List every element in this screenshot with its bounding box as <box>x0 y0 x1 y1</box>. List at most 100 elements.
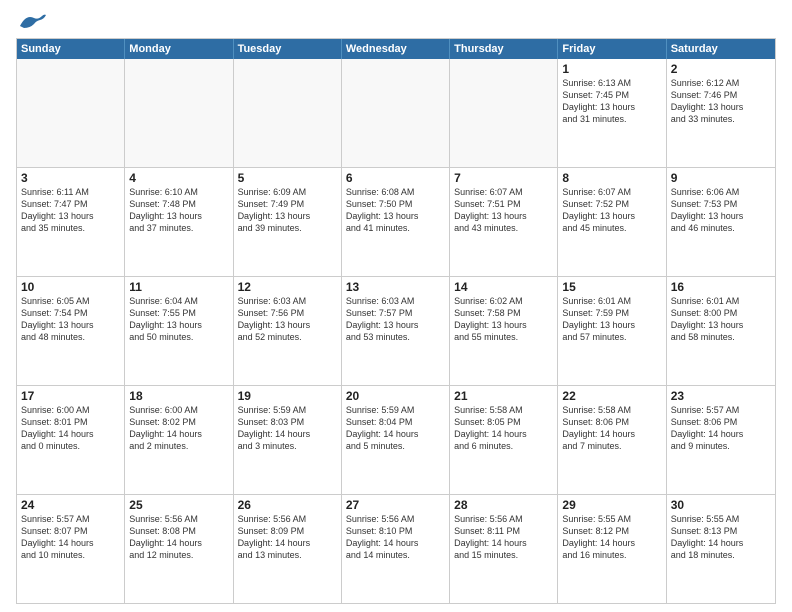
week-row-4: 17 Sunrise: 6:00 AM Sunset: 8:01 PM Dayli… <box>17 385 775 494</box>
day-info: Sunrise: 6:09 AM Sunset: 7:49 PM Dayligh… <box>238 187 311 233</box>
day-number: 6 <box>346 171 445 185</box>
day-number: 30 <box>671 498 771 512</box>
day-number: 8 <box>562 171 661 185</box>
day-info: Sunrise: 6:01 AM Sunset: 7:59 PM Dayligh… <box>562 296 635 342</box>
day-info: Sunrise: 5:57 AM Sunset: 8:06 PM Dayligh… <box>671 405 744 451</box>
day-info: Sunrise: 6:02 AM Sunset: 7:58 PM Dayligh… <box>454 296 527 342</box>
day-cell-14: 14 Sunrise: 6:02 AM Sunset: 7:58 PM Dayli… <box>450 277 558 385</box>
day-number: 7 <box>454 171 553 185</box>
day-number: 15 <box>562 280 661 294</box>
day-info: Sunrise: 5:56 AM Sunset: 8:09 PM Dayligh… <box>238 514 311 560</box>
day-cell-26: 26 Sunrise: 5:56 AM Sunset: 8:09 PM Dayli… <box>234 495 342 603</box>
header-day-monday: Monday <box>125 39 233 59</box>
day-number: 28 <box>454 498 553 512</box>
day-cell-9: 9 Sunrise: 6:06 AM Sunset: 7:53 PM Daylig… <box>667 168 775 276</box>
header-day-tuesday: Tuesday <box>234 39 342 59</box>
day-number: 14 <box>454 280 553 294</box>
day-cell-2: 2 Sunrise: 6:12 AM Sunset: 7:46 PM Daylig… <box>667 59 775 167</box>
day-number: 3 <box>21 171 120 185</box>
day-number: 25 <box>129 498 228 512</box>
day-info: Sunrise: 6:08 AM Sunset: 7:50 PM Dayligh… <box>346 187 419 233</box>
day-number: 17 <box>21 389 120 403</box>
day-number: 13 <box>346 280 445 294</box>
day-cell-22: 22Sunrise: 5:58 AM Sunset: 8:06 PM Dayli… <box>558 386 666 494</box>
day-info: Sunrise: 6:05 AM Sunset: 7:54 PM Dayligh… <box>21 296 94 342</box>
header-day-sunday: Sunday <box>17 39 125 59</box>
day-info: Sunrise: 5:59 AM Sunset: 8:04 PM Dayligh… <box>346 405 419 451</box>
calendar: SundayMondayTuesdayWednesdayThursdayFrid… <box>16 38 776 604</box>
day-number: 24 <box>21 498 120 512</box>
day-number: 27 <box>346 498 445 512</box>
day-cell-empty <box>342 59 450 167</box>
week-row-1: 1 Sunrise: 6:13 AM Sunset: 7:45 PM Daylig… <box>17 59 775 167</box>
day-cell-4: 4Sunrise: 6:10 AM Sunset: 7:48 PM Daylig… <box>125 168 233 276</box>
day-info: Sunrise: 5:57 AM Sunset: 8:07 PM Dayligh… <box>21 514 94 560</box>
day-cell-empty <box>234 59 342 167</box>
day-cell-3: 3 Sunrise: 6:11 AM Sunset: 7:47 PM Daylig… <box>17 168 125 276</box>
day-cell-24: 24 Sunrise: 5:57 AM Sunset: 8:07 PM Dayli… <box>17 495 125 603</box>
day-info: Sunrise: 6:03 AM Sunset: 7:57 PM Dayligh… <box>346 296 419 342</box>
day-info: Sunrise: 6:00 AM Sunset: 8:01 PM Dayligh… <box>21 405 94 451</box>
day-cell-6: 6 Sunrise: 6:08 AM Sunset: 7:50 PM Daylig… <box>342 168 450 276</box>
header <box>16 12 776 30</box>
week-row-3: 10Sunrise: 6:05 AM Sunset: 7:54 PM Dayli… <box>17 276 775 385</box>
day-info: Sunrise: 6:04 AM Sunset: 7:55 PM Dayligh… <box>129 296 202 342</box>
day-number: 11 <box>129 280 228 294</box>
day-cell-16: 16 Sunrise: 6:01 AM Sunset: 8:00 PM Dayli… <box>667 277 775 385</box>
day-cell-29: 29 Sunrise: 5:55 AM Sunset: 8:12 PM Dayli… <box>558 495 666 603</box>
day-cell-18: 18 Sunrise: 6:00 AM Sunset: 8:02 PM Dayli… <box>125 386 233 494</box>
day-cell-12: 12 Sunrise: 6:03 AM Sunset: 7:56 PM Dayli… <box>234 277 342 385</box>
header-day-thursday: Thursday <box>450 39 558 59</box>
day-info: Sunrise: 5:55 AM Sunset: 8:12 PM Dayligh… <box>562 514 635 560</box>
day-cell-15: 15 Sunrise: 6:01 AM Sunset: 7:59 PM Dayli… <box>558 277 666 385</box>
day-cell-1: 1 Sunrise: 6:13 AM Sunset: 7:45 PM Daylig… <box>558 59 666 167</box>
header-day-saturday: Saturday <box>667 39 775 59</box>
day-cell-17: 17 Sunrise: 6:00 AM Sunset: 8:01 PM Dayli… <box>17 386 125 494</box>
day-cell-8: 8 Sunrise: 6:07 AM Sunset: 7:52 PM Daylig… <box>558 168 666 276</box>
day-info: Sunrise: 5:56 AM Sunset: 8:11 PM Dayligh… <box>454 514 527 560</box>
day-info: Sunrise: 6:12 AM Sunset: 7:46 PM Dayligh… <box>671 78 744 124</box>
day-cell-25: 25Sunrise: 5:56 AM Sunset: 8:08 PM Dayli… <box>125 495 233 603</box>
day-info: Sunrise: 6:11 AM Sunset: 7:47 PM Dayligh… <box>21 187 94 233</box>
day-cell-empty <box>125 59 233 167</box>
day-info: Sunrise: 6:06 AM Sunset: 7:53 PM Dayligh… <box>671 187 744 233</box>
day-number: 29 <box>562 498 661 512</box>
day-number: 21 <box>454 389 553 403</box>
day-info: Sunrise: 6:03 AM Sunset: 7:56 PM Dayligh… <box>238 296 311 342</box>
day-number: 20 <box>346 389 445 403</box>
day-cell-27: 27Sunrise: 5:56 AM Sunset: 8:10 PM Dayli… <box>342 495 450 603</box>
day-number: 9 <box>671 171 771 185</box>
day-cell-7: 7 Sunrise: 6:07 AM Sunset: 7:51 PM Daylig… <box>450 168 558 276</box>
day-cell-19: 19 Sunrise: 5:59 AM Sunset: 8:03 PM Dayli… <box>234 386 342 494</box>
day-info: Sunrise: 6:13 AM Sunset: 7:45 PM Dayligh… <box>562 78 635 124</box>
day-info: Sunrise: 6:00 AM Sunset: 8:02 PM Dayligh… <box>129 405 202 451</box>
day-cell-empty <box>450 59 558 167</box>
logo <box>16 12 48 30</box>
day-info: Sunrise: 5:59 AM Sunset: 8:03 PM Dayligh… <box>238 405 311 451</box>
day-number: 1 <box>562 62 661 76</box>
day-info: Sunrise: 5:58 AM Sunset: 8:06 PM Dayligh… <box>562 405 635 451</box>
day-info: Sunrise: 6:07 AM Sunset: 7:51 PM Dayligh… <box>454 187 527 233</box>
day-cell-28: 28 Sunrise: 5:56 AM Sunset: 8:11 PM Dayli… <box>450 495 558 603</box>
day-cell-21: 21 Sunrise: 5:58 AM Sunset: 8:05 PM Dayli… <box>450 386 558 494</box>
day-info: Sunrise: 5:55 AM Sunset: 8:13 PM Dayligh… <box>671 514 744 560</box>
day-number: 26 <box>238 498 337 512</box>
calendar-header: SundayMondayTuesdayWednesdayThursdayFrid… <box>17 39 775 59</box>
day-number: 12 <box>238 280 337 294</box>
day-cell-empty <box>17 59 125 167</box>
day-info: Sunrise: 5:58 AM Sunset: 8:05 PM Dayligh… <box>454 405 527 451</box>
day-info: Sunrise: 6:01 AM Sunset: 8:00 PM Dayligh… <box>671 296 744 342</box>
day-number: 18 <box>129 389 228 403</box>
day-number: 16 <box>671 280 771 294</box>
day-number: 23 <box>671 389 771 403</box>
day-cell-20: 20 Sunrise: 5:59 AM Sunset: 8:04 PM Dayli… <box>342 386 450 494</box>
day-number: 19 <box>238 389 337 403</box>
day-info: Sunrise: 6:10 AM Sunset: 7:48 PM Dayligh… <box>129 187 202 233</box>
header-day-wednesday: Wednesday <box>342 39 450 59</box>
day-number: 2 <box>671 62 771 76</box>
day-number: 5 <box>238 171 337 185</box>
day-cell-30: 30 Sunrise: 5:55 AM Sunset: 8:13 PM Dayli… <box>667 495 775 603</box>
page: SundayMondayTuesdayWednesdayThursdayFrid… <box>0 0 792 612</box>
day-cell-11: 11 Sunrise: 6:04 AM Sunset: 7:55 PM Dayli… <box>125 277 233 385</box>
day-info: Sunrise: 6:07 AM Sunset: 7:52 PM Dayligh… <box>562 187 635 233</box>
